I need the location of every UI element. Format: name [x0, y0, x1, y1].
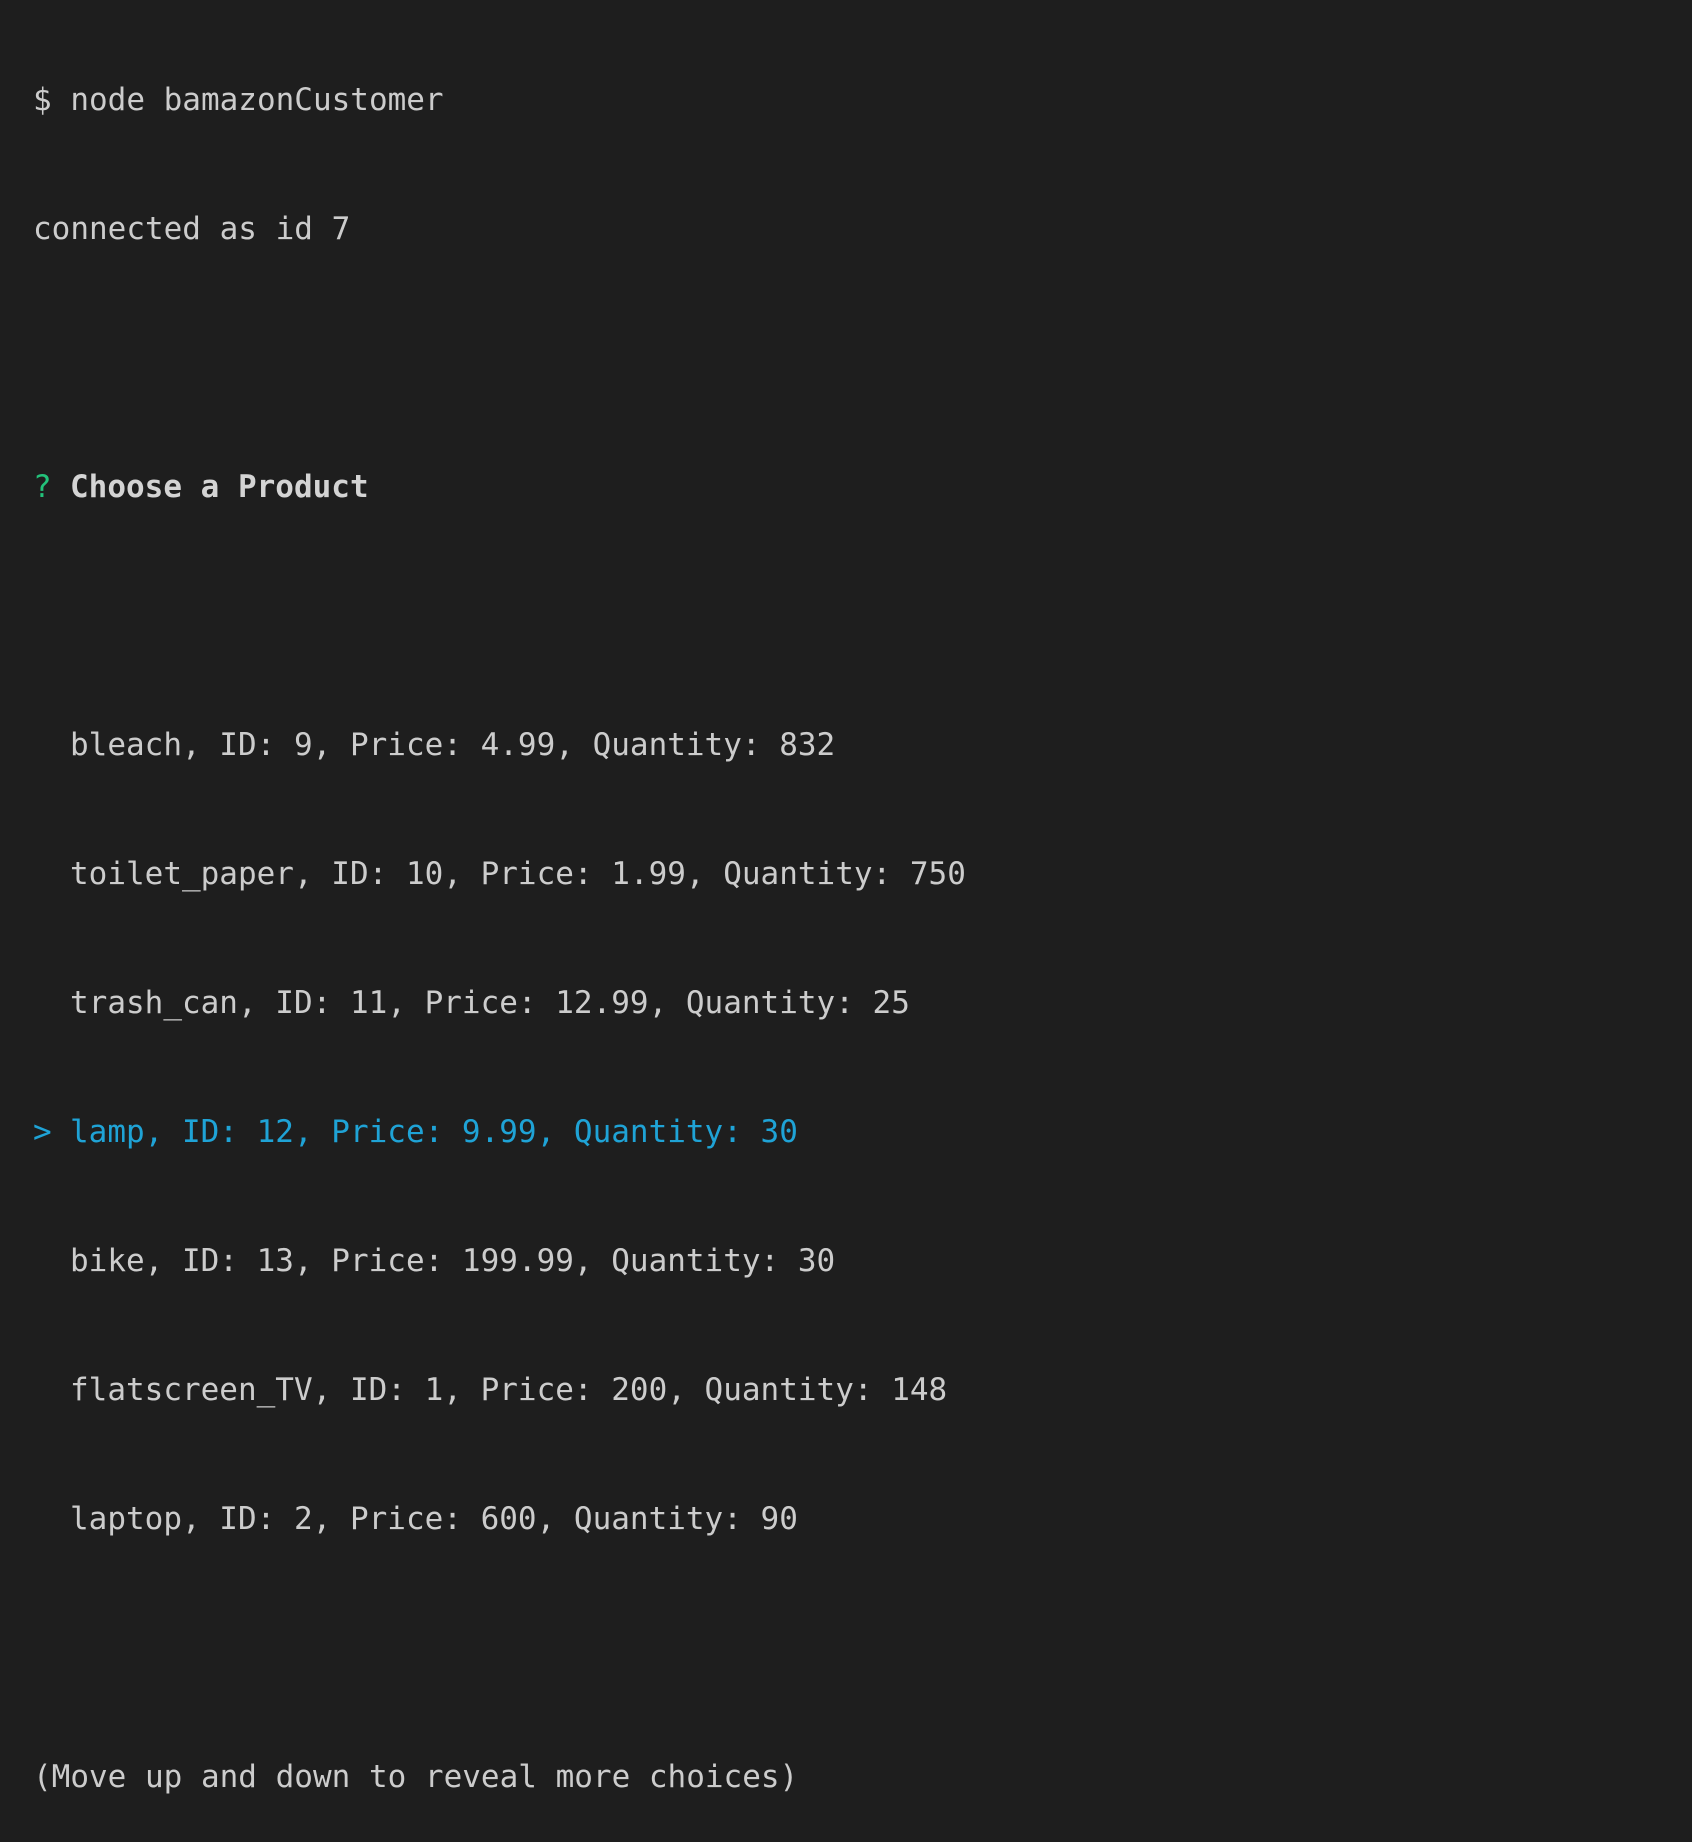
choice-label: toilet_paper, ID: 10, Price: 1.99, Quant… [70, 856, 966, 892]
choice-pointer-slot [33, 1498, 70, 1541]
choice-label: lamp, ID: 12, Price: 9.99, Quantity: 30 [70, 1114, 798, 1150]
question-mark-icon: ? [33, 469, 52, 505]
pointer-arrow-icon: > [33, 1114, 52, 1150]
choice-item[interactable]: bleach, ID: 9, Price: 4.99, Quantity: 83… [33, 724, 1692, 767]
choice-label: bleach, ID: 9, Price: 4.99, Quantity: 83… [70, 727, 836, 763]
choice-pointer-slot [33, 982, 70, 1025]
choice-pointer-slot [33, 724, 70, 767]
choice-item[interactable]: trash_can, ID: 11, Price: 12.99, Quantit… [33, 982, 1692, 1025]
choice-label: laptop, ID: 2, Price: 600, Quantity: 90 [70, 1501, 798, 1537]
choice-item[interactable]: toilet_paper, ID: 10, Price: 1.99, Quant… [33, 853, 1692, 896]
connection-status-line: connected as id 7 [33, 211, 351, 247]
choice-label: flatscreen_TV, ID: 1, Price: 200, Quanti… [70, 1372, 948, 1408]
choice-item[interactable]: bike, ID: 13, Price: 199.99, Quantity: 3… [33, 1240, 1692, 1283]
choice-item[interactable]: laptop, ID: 2, Price: 600, Quantity: 90 [33, 1498, 1692, 1541]
prompt-hint: (Move up and down to reveal more choices… [33, 1759, 799, 1795]
choice-label: bike, ID: 13, Price: 199.99, Quantity: 3… [70, 1243, 836, 1279]
choice-item-selected[interactable]: > lamp, ID: 12, Price: 9.99, Quantity: 30 [33, 1111, 1692, 1154]
choice-item[interactable]: flatscreen_TV, ID: 1, Price: 200, Quanti… [33, 1369, 1692, 1412]
terminal-window[interactable]: $ node bamazonCustomer connected as id 7… [0, 0, 1692, 1795]
prompt-question: Choose a Product [70, 469, 369, 505]
choice-pointer-slot [33, 1369, 70, 1412]
choice-list: bleach, ID: 9, Price: 4.99, Quantity: 83… [33, 638, 1692, 1627]
choice-pointer-slot [33, 1240, 70, 1283]
command-line: $ node bamazonCustomer [33, 82, 444, 118]
choice-label: trash_can, ID: 11, Price: 12.99, Quantit… [70, 985, 910, 1021]
prompt-question-line: ? Choose a Product [33, 466, 1692, 509]
choice-pointer-slot [33, 853, 70, 896]
